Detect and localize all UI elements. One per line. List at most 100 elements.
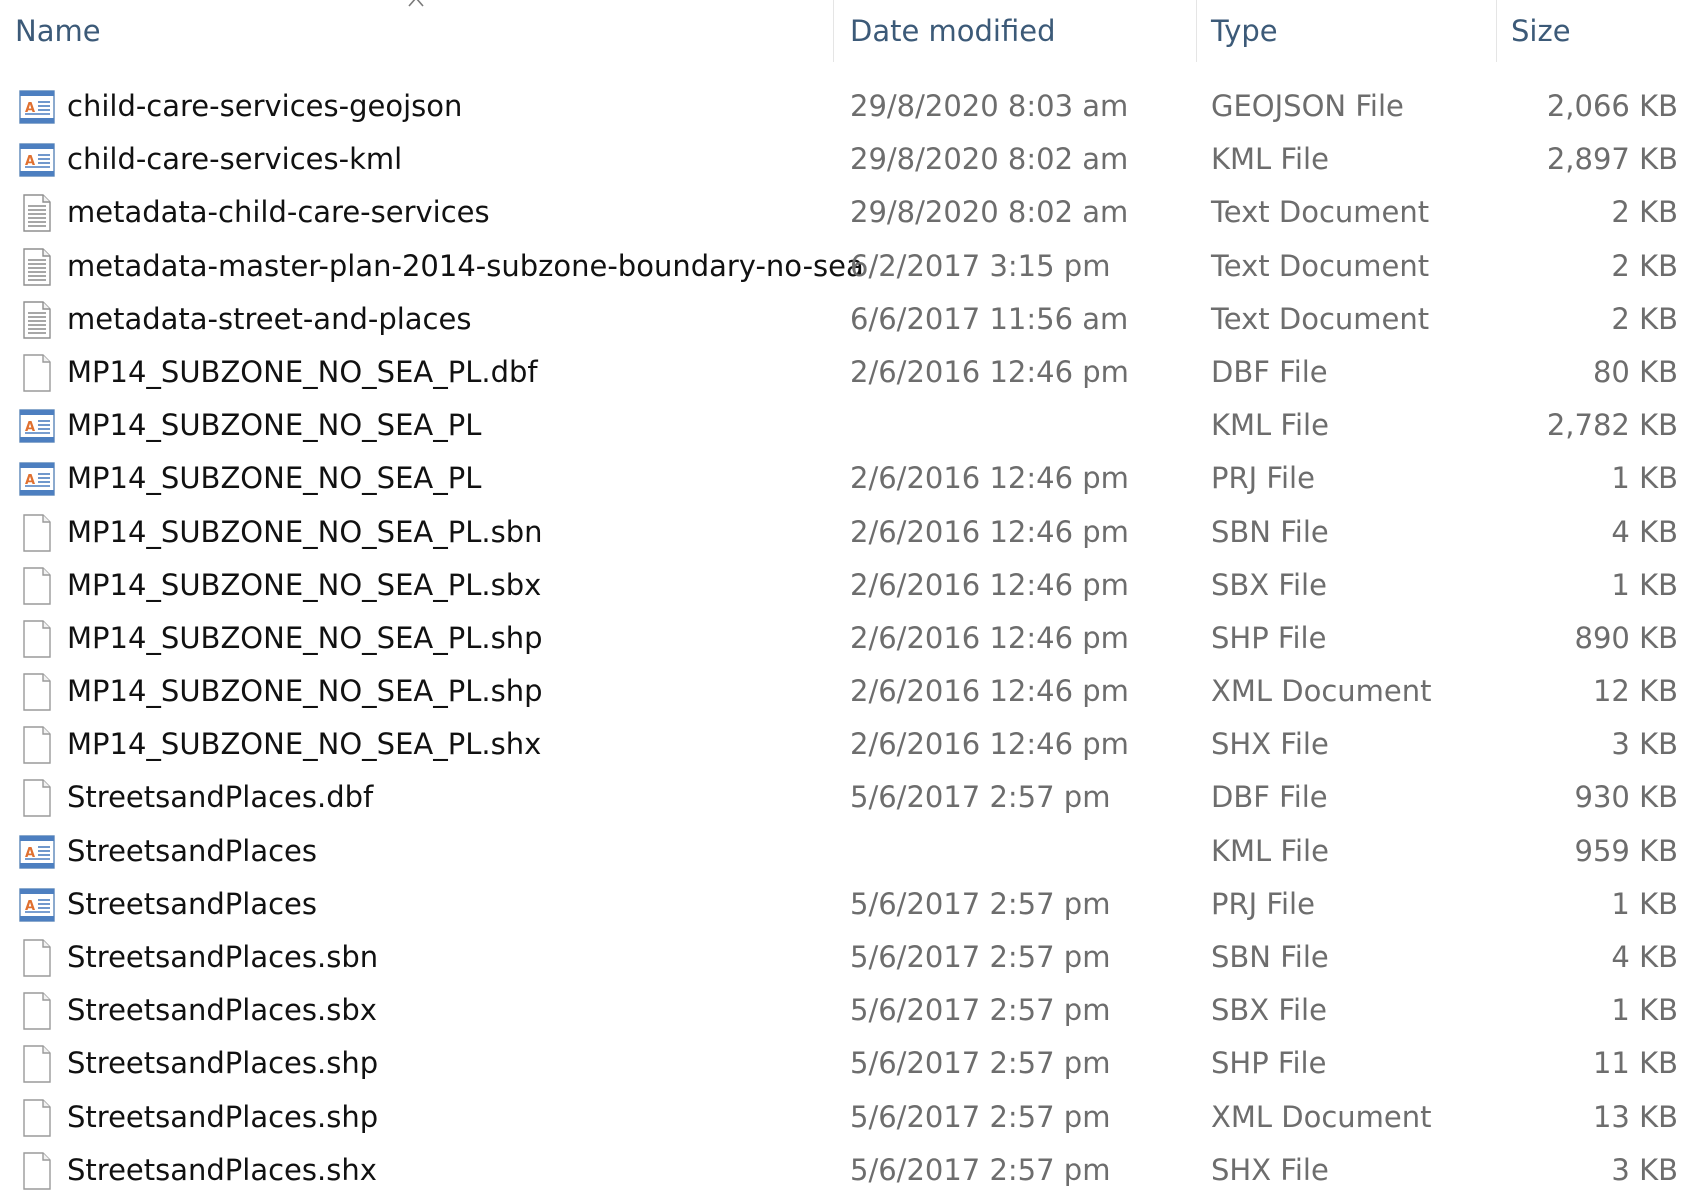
file-size: 3 KB <box>1611 1152 1678 1187</box>
file-size: 4 KB <box>1611 514 1678 549</box>
blank-file-icon <box>19 620 55 658</box>
file-type: PRJ File <box>1211 886 1315 921</box>
file-size: 2,897 KB <box>1546 142 1678 177</box>
blank-file-icon <box>19 673 55 711</box>
blank-file-icon <box>19 726 55 764</box>
column-divider[interactable] <box>1496 0 1497 62</box>
column-divider[interactable] <box>833 0 834 62</box>
file-name: MP14_SUBZONE_NO_SEA_PL.sbx <box>67 567 542 602</box>
file-row[interactable]: StreetsandPlaces.shp 5/6/2017 2:57 pm SHP … <box>0 1037 1690 1090</box>
file-row[interactable]: MP14_SUBZONE_NO_SEA_PL.shx 2/6/2016 12:46… <box>0 718 1690 771</box>
file-row[interactable]: MP14_SUBZONE_NO_SEA_PL.sbx 2/6/2016 12:46… <box>0 559 1690 612</box>
file-row[interactable]: metadata-master-plan-2014-subzone-bounda… <box>0 240 1690 293</box>
file-type: KML File <box>1211 833 1329 868</box>
file-date-modified: 2/6/2016 12:46 pm <box>850 461 1129 496</box>
file-size: 3 KB <box>1611 727 1678 762</box>
text-document-icon <box>19 301 55 339</box>
file-row[interactable]: MP14_SUBZONE_NO_SEA_PL.shp 2/6/2016 12:46… <box>0 612 1690 665</box>
file-name: MP14_SUBZONE_NO_SEA_PL.shp <box>67 674 543 709</box>
file-date-modified: 29/8/2020 8:02 am <box>850 142 1129 177</box>
file-name: metadata-street-and-places <box>67 301 472 336</box>
file-size: 13 KB <box>1592 1099 1678 1134</box>
file-row[interactable]: StreetsandPlaces.sbn 5/6/2017 2:57 pm SBN … <box>0 931 1690 984</box>
file-date-modified: 5/6/2017 2:57 pm <box>850 940 1111 974</box>
file-size: 1 KB <box>1611 461 1678 496</box>
file-type: DBF File <box>1211 354 1328 389</box>
file-name: MP14_SUBZONE_NO_SEA_PL.dbf <box>67 354 538 389</box>
blank-file-icon <box>19 779 55 818</box>
app-document-icon: A <box>19 460 55 498</box>
file-size: 4 KB <box>1611 940 1678 974</box>
file-row[interactable]: Achild-care-services-kml 29/8/2020 8:02 a… <box>0 133 1690 186</box>
file-row[interactable]: StreetsandPlaces.sbx 5/6/2017 2:57 pm SBX … <box>0 984 1690 1037</box>
text-document-icon <box>19 194 55 233</box>
app-document-icon: A <box>19 833 55 871</box>
file-date-modified: 5/6/2017 2:57 pm <box>850 993 1111 1028</box>
file-size: 1 KB <box>1611 567 1678 602</box>
file-name: metadata-master-plan-2014-subzone-bounda… <box>67 248 864 283</box>
file-size: 2 KB <box>1611 248 1678 283</box>
file-type: SHX File <box>1211 1152 1329 1187</box>
file-type: SBX File <box>1211 567 1327 602</box>
blank-file-icon <box>19 939 55 977</box>
file-type: Text Document <box>1211 195 1430 230</box>
file-type: XML Document <box>1211 1099 1432 1134</box>
file-date-modified: 6/6/2017 11:56 am <box>850 301 1129 336</box>
file-date-modified: 2/6/2016 12:46 pm <box>850 514 1129 549</box>
column-header-date-modified[interactable]: Date modified <box>850 0 1190 62</box>
app-document-icon: A <box>19 407 55 445</box>
file-row[interactable]: StreetsandPlaces.shx 5/6/2017 2:57 pm SHX … <box>0 1144 1690 1197</box>
file-size: 80 KB <box>1592 354 1678 389</box>
file-name: MP14_SUBZONE_NO_SEA_PL.sbn <box>67 514 543 549</box>
blank-file-icon <box>19 354 55 392</box>
file-row[interactable]: metadata-child-care-services 29/8/2020 8:… <box>0 186 1690 239</box>
file-type: Text Document <box>1211 248 1430 283</box>
file-date-modified: 2/6/2016 12:46 pm <box>850 567 1129 602</box>
file-size: 959 KB <box>1574 833 1678 868</box>
column-header-type[interactable]: Type <box>1211 0 1501 62</box>
file-date-modified: 29/8/2020 8:03 am <box>850 89 1129 123</box>
file-size: 890 KB <box>1574 620 1678 655</box>
file-row[interactable]: metadata-street-and-places 6/6/2017 11:56… <box>0 293 1690 346</box>
file-date-modified: 2/6/2016 12:46 pm <box>850 727 1129 762</box>
file-date-modified: 5/6/2017 2:57 pm <box>850 780 1111 815</box>
file-type: SHX File <box>1211 727 1329 762</box>
file-row[interactable]: A StreetsandPlaces 5/6/2017 2:57 pm PRJ Fil… <box>0 878 1690 931</box>
file-date-modified: 2/6/2016 12:46 pm <box>850 620 1129 655</box>
file-row[interactable]: Achild-care-services-geojson 29/8/2020 8:… <box>0 80 1690 133</box>
file-row[interactable]: A MP14_SUBZONE_NO_SEA_PL 2/6/2016 12:46 pm… <box>0 452 1690 505</box>
file-row[interactable]: MP14_SUBZONE_NO_SEA_PL.shp 2/6/2016 12:46… <box>0 665 1690 718</box>
file-type: PRJ File <box>1211 461 1315 496</box>
file-date-modified: 2/6/2016 12:46 pm <box>850 674 1129 709</box>
file-row[interactable]: A MP14_SUBZONE_NO_SEA_PL KML File 2,782 KB <box>0 399 1690 452</box>
file-row[interactable]: StreetsandPlaces.shp 5/6/2017 2:57 pm XML … <box>0 1091 1690 1144</box>
file-type: KML File <box>1211 408 1329 443</box>
file-size: 12 KB <box>1592 674 1678 709</box>
file-name: StreetsandPlaces.shp <box>67 1099 379 1134</box>
file-name: child-care-services-kml <box>67 142 403 177</box>
app-document-icon: A <box>19 141 55 179</box>
column-header-size[interactable]: Size <box>1511 0 1681 62</box>
column-header-name[interactable]: Name <box>15 0 830 62</box>
file-size: 1 KB <box>1611 886 1678 921</box>
file-type: SHP File <box>1211 1046 1327 1081</box>
file-name: MP14_SUBZONE_NO_SEA_PL.shp <box>67 620 543 655</box>
file-row[interactable]: MP14_SUBZONE_NO_SEA_PL.sbn 2/6/2016 12:46… <box>0 506 1690 559</box>
file-name: StreetsandPlaces.shp <box>67 1046 379 1081</box>
file-type: SHP File <box>1211 620 1327 655</box>
file-type: SBX File <box>1211 993 1327 1028</box>
column-divider[interactable] <box>1196 0 1197 62</box>
file-size: 1 KB <box>1611 993 1678 1028</box>
file-name: StreetsandPlaces.sbx <box>67 993 377 1028</box>
app-document-icon: A <box>19 88 55 126</box>
file-date-modified: 5/6/2017 2:57 pm <box>850 1152 1111 1187</box>
file-size: 11 KB <box>1592 1046 1678 1081</box>
file-name: StreetsandPlaces.dbf <box>67 780 374 815</box>
file-name: MP14_SUBZONE_NO_SEA_PL <box>67 408 482 443</box>
file-type: GEOJSON File <box>1211 89 1404 123</box>
file-row[interactable]: StreetsandPlaces.dbf 5/6/2017 2:57 pm DBF … <box>0 771 1690 824</box>
file-row[interactable]: A StreetsandPlaces KML File 959 KB <box>0 825 1690 878</box>
app-document-icon: A <box>19 886 55 924</box>
file-type: SBN File <box>1211 514 1329 549</box>
file-row[interactable]: MP14_SUBZONE_NO_SEA_PL.dbf 2/6/2016 12:46… <box>0 346 1690 399</box>
